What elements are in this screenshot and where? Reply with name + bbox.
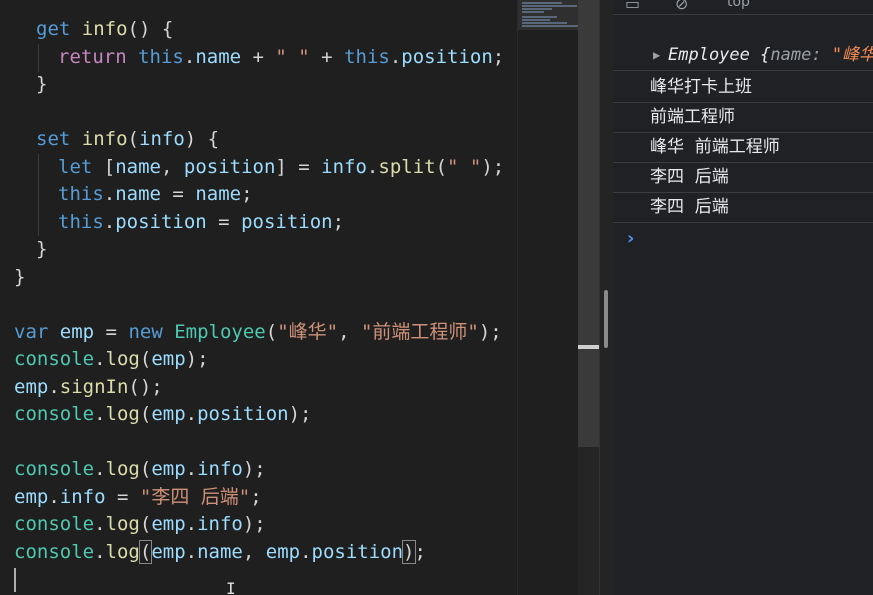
code-line-15: console.log(emp.position); bbox=[14, 403, 312, 425]
code-line-6: let [name, position] = info.split(" "); bbox=[58, 156, 505, 178]
console-prompt-icon[interactable]: › bbox=[627, 228, 634, 249]
code-line-19: console.log(emp.info); bbox=[14, 513, 266, 535]
console-object-preview: Employee {name: "峰华 bbox=[668, 45, 873, 65]
code-line-14: emp.signIn(); bbox=[14, 376, 163, 398]
clear-console-icon[interactable]: ⊘ bbox=[675, 0, 688, 13]
devtools-console-panel: ▭ ⊘ top ▶ Employee {name: "峰华 峰华打卡上班 前端工… bbox=[613, 0, 873, 595]
console-entry-text: 峰华打卡上班 bbox=[650, 77, 752, 97]
console-entry-text: 峰华 前端工程师 bbox=[650, 137, 780, 157]
console-entry-text: 李四 后端 bbox=[650, 197, 729, 217]
code-line-7: this.name = name; bbox=[58, 183, 253, 205]
code-line-9: } bbox=[36, 238, 48, 260]
code-line-18: emp.info = "李四 后端"; bbox=[14, 486, 262, 508]
console-entry-object[interactable]: ▶ Employee {name: "峰华 bbox=[613, 40, 873, 71]
minimap-line bbox=[522, 2, 562, 4]
console-entry-text: 前端工程师 bbox=[650, 107, 735, 127]
minimap-line bbox=[522, 19, 550, 21]
console-entry-text: 李四 后端 bbox=[650, 167, 729, 187]
console-entry: 前端工程师 bbox=[613, 102, 873, 133]
code-line-12: var emp = new Employee("峰华", "前端工程师"); bbox=[14, 321, 502, 343]
indent-guide bbox=[38, 154, 39, 236]
text-cursor bbox=[14, 568, 16, 592]
scrollbar-thumb[interactable] bbox=[578, 0, 599, 447]
pane-splitter[interactable] bbox=[599, 0, 614, 595]
minimap-line bbox=[522, 11, 544, 13]
code-line-2: return this.name + " " + this.position; bbox=[58, 46, 505, 68]
console-toolbar: ▭ ⊘ top bbox=[613, 0, 873, 15]
code-line-8: this.position = position; bbox=[58, 211, 345, 233]
console-entry: 李四 后端 bbox=[613, 162, 873, 193]
console-entry: 李四 后端 bbox=[613, 192, 873, 223]
indent-guide bbox=[38, 44, 39, 72]
sidebar-toggle-icon[interactable]: ▭ bbox=[625, 0, 640, 13]
splitter-grip[interactable] bbox=[604, 290, 608, 348]
code-line-17: console.log(emp.info); bbox=[14, 458, 266, 480]
code-line-13: console.log(emp); bbox=[14, 348, 209, 370]
code-line-3: } bbox=[36, 73, 48, 95]
minimap-line bbox=[522, 22, 567, 24]
expand-triangle-icon[interactable]: ▶ bbox=[653, 40, 660, 70]
code-line-1: get info() { bbox=[36, 18, 174, 40]
code-editor[interactable]: get info() { return this.name + " " + th… bbox=[0, 0, 517, 595]
ibeam-cursor-icon: I bbox=[226, 579, 236, 595]
minimap-line bbox=[522, 5, 577, 7]
context-selector[interactable]: top bbox=[727, 0, 750, 10]
scrollbar-cursor-marker bbox=[578, 345, 599, 349]
console-entry: 峰华 前端工程师 bbox=[613, 132, 873, 163]
console-entry: 峰华打卡上班 bbox=[613, 72, 873, 103]
minimap-line bbox=[522, 25, 578, 27]
minimap-line bbox=[522, 8, 552, 10]
editor-scrollbar[interactable] bbox=[578, 0, 599, 595]
code-line-10: } bbox=[14, 266, 26, 288]
minimap-line bbox=[522, 16, 557, 18]
code-line-20: console.log(emp.name, emp.position); bbox=[14, 540, 426, 564]
code-line-5: set info(info) { bbox=[36, 128, 220, 150]
